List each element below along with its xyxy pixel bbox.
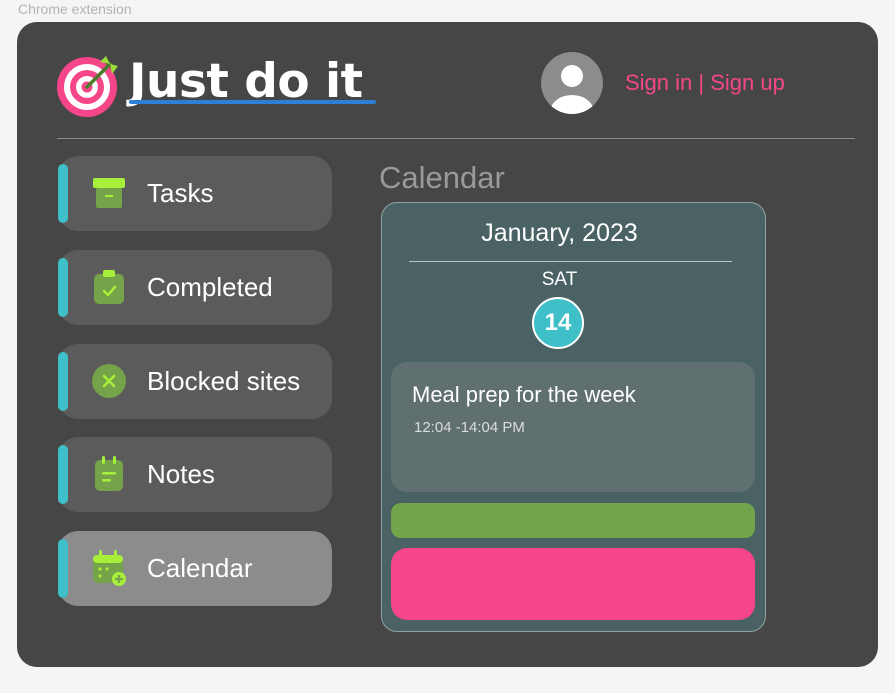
section-title: Calendar	[379, 160, 505, 195]
sidebar-item-label: Completed	[147, 272, 273, 302]
event-card[interactable]: Meal prep for the week 12:04 -14:04 PM	[391, 362, 755, 492]
calendar-month: January, 2023	[481, 219, 638, 247]
nav-accent-stripe	[58, 164, 68, 223]
nav-accent-stripe	[58, 258, 68, 317]
auth-separator: |	[692, 70, 711, 95]
target-logo-icon	[57, 56, 118, 117]
sidebar-item-notes[interactable]: Notes	[58, 437, 332, 512]
title-underline	[129, 100, 376, 104]
circle-x-icon	[92, 364, 126, 398]
sidebar-item-blocked-sites[interactable]: Blocked sites	[58, 344, 332, 419]
sidebar-item-calendar[interactable]: Calendar	[58, 531, 332, 606]
sign-up-link[interactable]: Sign up	[710, 70, 785, 95]
sign-in-link[interactable]: Sign in	[625, 70, 692, 95]
clipboard-check-icon	[94, 270, 124, 304]
extension-panel: Just do it Sign in | Sign up Tasks Compl…	[17, 22, 878, 667]
nav-accent-stripe	[58, 539, 68, 598]
sidebar-item-label: Tasks	[147, 178, 214, 208]
sidebar-item-tasks[interactable]: Tasks	[58, 156, 332, 231]
calendar-day-badge[interactable]: 14	[532, 297, 584, 349]
auth-links: Sign in | Sign up	[625, 70, 785, 96]
notepad-icon	[95, 456, 123, 491]
calendar-divider	[409, 261, 732, 262]
sidebar-item-label: Calendar	[147, 553, 253, 583]
user-avatar-icon[interactable]	[541, 52, 603, 114]
nav-accent-stripe	[58, 352, 68, 411]
event-bar-pink[interactable]	[391, 548, 755, 620]
event-bar-green[interactable]	[391, 503, 755, 538]
calendar-card: January, 2023 SAT 14 Meal prep for the w…	[381, 202, 766, 632]
sidebar-item-label: Blocked sites	[147, 366, 301, 396]
event-time: 12:04 -14:04 PM	[414, 419, 525, 436]
calendar-weekday: SAT	[541, 269, 578, 290]
archive-box-icon	[93, 178, 125, 208]
nav-accent-stripe	[58, 445, 68, 504]
sidebar-item-label: Notes	[147, 459, 215, 489]
sidebar-item-completed[interactable]: Completed	[58, 250, 332, 325]
calendar-add-icon	[93, 550, 126, 586]
frame-label: Chrome extension	[18, 1, 132, 17]
header-divider	[57, 138, 855, 139]
event-title: Meal prep for the week	[412, 382, 636, 407]
